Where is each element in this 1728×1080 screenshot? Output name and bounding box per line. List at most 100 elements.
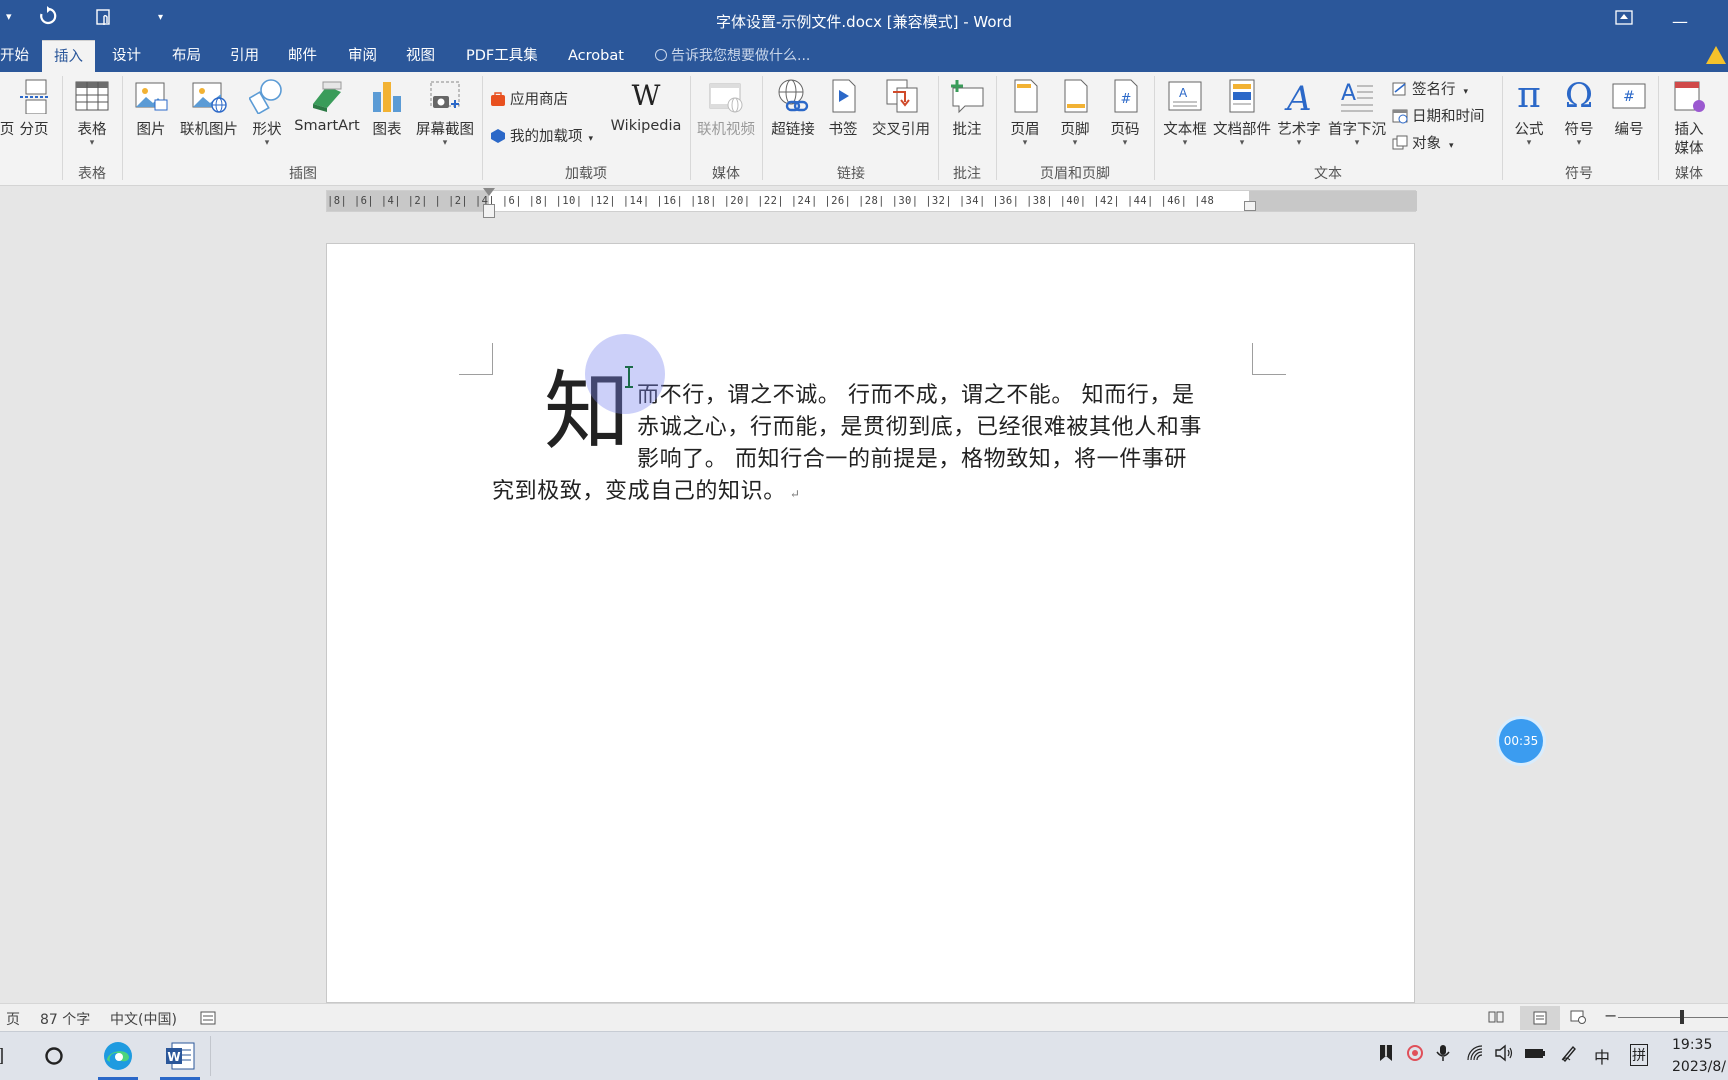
zoom-slider[interactable] xyxy=(1618,1017,1728,1018)
word-taskbar-button[interactable]: W xyxy=(152,1032,208,1080)
minimize-button[interactable]: — xyxy=(1672,12,1688,31)
online-picture-button[interactable]: 联机图片 xyxy=(178,72,240,172)
network-icon[interactable] xyxy=(1466,1044,1484,1066)
battery-icon[interactable] xyxy=(1524,1044,1546,1066)
cross-reference-button[interactable]: 交叉引用 xyxy=(868,72,934,172)
tab-mailings[interactable]: 邮件 xyxy=(276,40,329,72)
right-indent-marker[interactable] xyxy=(1244,201,1256,211)
group-label-symbols: 符号 xyxy=(1565,166,1593,182)
comment-label: 批注 xyxy=(952,122,982,138)
first-line-indent-marker[interactable] xyxy=(483,188,495,196)
picture-button[interactable]: 图片 xyxy=(128,72,174,172)
online-video-icon xyxy=(709,83,743,113)
quick-parts-button[interactable]: 文档部件 ▾ xyxy=(1212,72,1272,172)
read-mode-icon[interactable] xyxy=(1488,1010,1504,1028)
date-time-button[interactable]: 日期和时间 xyxy=(1392,105,1485,126)
app-tray-icon[interactable] xyxy=(1406,1044,1424,1066)
store-button[interactable]: 应用商店 xyxy=(490,88,568,109)
numbering-icon: # xyxy=(1612,83,1646,109)
tab-layout[interactable]: 布局 xyxy=(160,40,213,72)
table-button[interactable]: 表格 ▾ xyxy=(68,72,116,172)
page-count[interactable]: 页 xyxy=(6,1009,20,1029)
tell-me-search[interactable]: 告诉我您想要做什么... xyxy=(655,40,810,72)
tab-review[interactable]: 审阅 xyxy=(336,40,389,72)
pen-icon[interactable] xyxy=(1560,1044,1578,1066)
language-indicator[interactable]: 中文(中国) xyxy=(110,1009,177,1029)
numbering-button[interactable]: # 编号 xyxy=(1606,72,1652,172)
zoom-slider-thumb[interactable] xyxy=(1680,1010,1684,1024)
tab-view[interactable]: 视图 xyxy=(394,40,447,72)
symbol-button[interactable]: Ω 符号 ▾ xyxy=(1556,72,1602,172)
macro-record-icon[interactable] xyxy=(200,1011,216,1029)
separator xyxy=(762,76,763,180)
microphone-icon[interactable] xyxy=(1436,1044,1450,1066)
hyperlink-button[interactable]: 超链接 xyxy=(768,72,818,172)
object-button[interactable]: 对象 ▾ xyxy=(1392,132,1454,153)
header-button[interactable]: 页眉 ▾ xyxy=(1002,72,1048,172)
tab-references[interactable]: 引用 xyxy=(218,40,271,72)
tell-me-placeholder: 告诉我您想要做什么... xyxy=(671,48,811,64)
edge-taskbar-button[interactable] xyxy=(90,1032,146,1080)
tab-pdf-tools[interactable]: PDF工具集 xyxy=(454,40,550,72)
page-break-button[interactable]: 分页 xyxy=(14,72,54,172)
group-label-comments: 批注 xyxy=(953,166,981,182)
comment-button[interactable]: 批注 xyxy=(942,72,992,172)
shapes-button[interactable]: 形状 ▾ xyxy=(244,72,290,172)
start-button[interactable] xyxy=(0,1032,26,1080)
body-text-line[interactable]: 影响了。 而知行合一的前提是，格物致知，将一件事研 xyxy=(637,441,1187,473)
online-video-button[interactable]: 联机视频 xyxy=(696,72,756,172)
ribbon: 页 分页 表格 ▾ 表格 图片 联机图片 形状 ▾ SmartArt 图表 屏幕… xyxy=(0,72,1728,186)
bookmark-button[interactable]: 书签 xyxy=(820,72,866,172)
print-layout-icon[interactable] xyxy=(1520,1006,1560,1030)
symbol-label: 符号 xyxy=(1564,122,1594,138)
tab-acrobat[interactable]: Acrobat xyxy=(556,40,636,72)
page-number-icon: # xyxy=(1114,79,1138,113)
page-number-label: 页码 xyxy=(1110,122,1140,138)
volume-icon[interactable] xyxy=(1494,1044,1514,1066)
warning-icon[interactable] xyxy=(1706,46,1726,64)
bookmark-tray-icon[interactable] xyxy=(1378,1044,1394,1066)
smartart-button[interactable]: SmartArt xyxy=(292,72,362,172)
page-number-button[interactable]: # 页码 ▾ xyxy=(1102,72,1148,172)
recording-timer[interactable]: 00:35 xyxy=(1499,719,1543,763)
my-addins-button[interactable]: 我的加载项 ▾ xyxy=(490,125,593,146)
hyperlink-icon xyxy=(778,79,809,112)
wordart-button[interactable]: A 艺术字 ▾ xyxy=(1274,72,1324,172)
body-text-line[interactable]: 而不行，谓之不诚。 行而不成，谓之不能。 知而行，是 xyxy=(637,377,1195,409)
bookmark-label: 书签 xyxy=(828,122,858,138)
equation-button[interactable]: π 公式 ▾ xyxy=(1506,72,1552,172)
system-clock[interactable]: 19:35 2023/8/ xyxy=(1672,1034,1726,1078)
pi-icon: π xyxy=(1517,75,1541,116)
cortana-button[interactable] xyxy=(26,1032,82,1080)
body-text-line[interactable]: 赤诚之心，行而能，是贯彻到底，已经很难被其他人和事 xyxy=(637,409,1202,441)
footer-button[interactable]: 页脚 ▾ xyxy=(1052,72,1098,172)
status-bar: 页 87 个字 中文(中国) − xyxy=(0,1003,1728,1031)
zoom-out-icon[interactable]: − xyxy=(1604,1006,1617,1025)
symbol-dropdown-icon: ▾ xyxy=(1576,138,1582,148)
ime-language-indicator[interactable]: 中 xyxy=(1594,1044,1610,1068)
chart-button[interactable]: 图表 xyxy=(366,72,408,172)
smartart-icon xyxy=(313,81,342,112)
group-label-text: 文本 xyxy=(1314,166,1342,182)
taskbar: W 中 拼 19:35 2023/8/ xyxy=(0,1031,1728,1080)
screenshot-button[interactable]: 屏幕截图 ▾ xyxy=(410,72,480,172)
web-layout-icon[interactable] xyxy=(1570,1010,1586,1028)
ribbon-display-options-icon[interactable] xyxy=(1615,10,1633,30)
dropcap-button[interactable]: A 首字下沉 ▾ xyxy=(1326,72,1388,172)
body-text-line[interactable]: 究到极致，变成自己的知识。 ↵ xyxy=(492,473,800,505)
word-count[interactable]: 87 个字 xyxy=(40,1009,90,1029)
hyperlink-label: 超链接 xyxy=(771,122,815,138)
signature-line-button[interactable]: 签名行 ▾ xyxy=(1392,78,1468,99)
tab-insert[interactable]: 插入 xyxy=(42,40,95,72)
screenshot-icon xyxy=(430,81,460,108)
wikipedia-button[interactable]: W Wikipedia xyxy=(606,72,686,172)
insert-media-button[interactable]: 插入 媒体 xyxy=(1664,72,1714,172)
left-indent-marker[interactable] xyxy=(483,204,495,218)
tab-design[interactable]: 设计 xyxy=(100,40,153,72)
textbox-icon: A xyxy=(1168,81,1202,111)
document-page[interactable]: 知 而不行，谓之不诚。 行而不成，谓之不能。 知而行，是 赤诚之心，行而能，是贯… xyxy=(326,243,1415,1003)
dropcap-label: 首字下沉 xyxy=(1328,122,1386,138)
tab-home[interactable]: 开始 xyxy=(0,40,41,72)
ime-mode-indicator[interactable]: 拼 xyxy=(1630,1044,1648,1066)
textbox-button[interactable]: A 文本框 ▾ xyxy=(1158,72,1212,172)
